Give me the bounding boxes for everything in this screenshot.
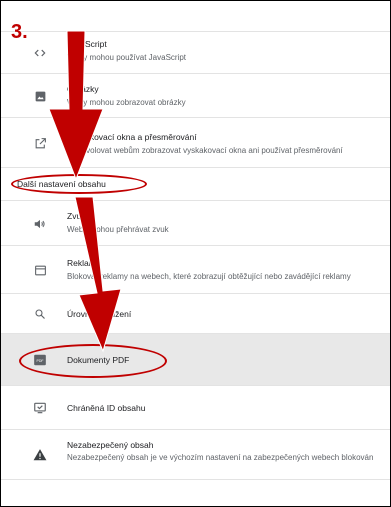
arrow-1: [48, 30, 104, 181]
annotation-arrows: [48, 30, 122, 353]
settings-screenshot: 3. JavaScript Weby mohou používat JavaSc…: [0, 0, 391, 507]
step-number: 3.: [11, 21, 28, 43]
arrow-2: [74, 196, 122, 353]
